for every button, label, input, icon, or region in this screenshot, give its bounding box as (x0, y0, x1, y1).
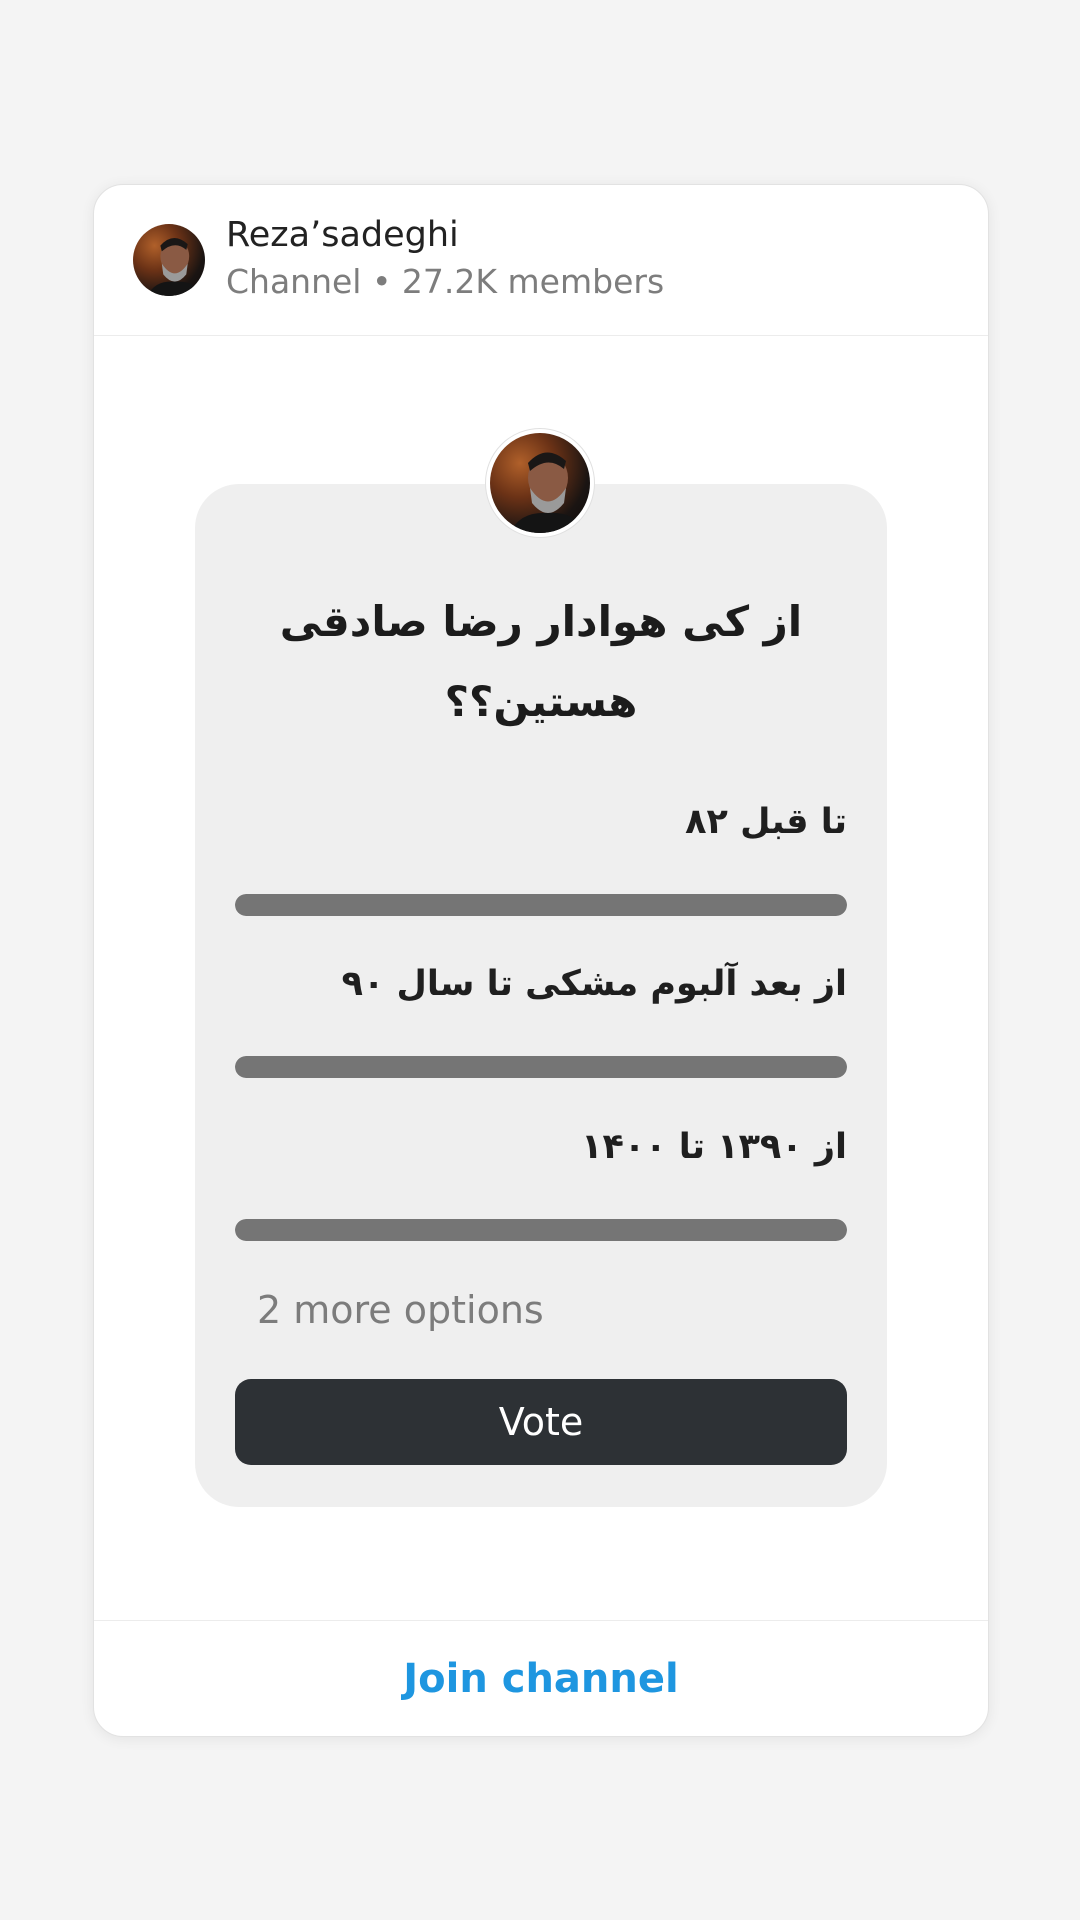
poll-option-label: از ۱۳۹۰ تا ۱۴۰۰ (581, 1127, 847, 1167)
poll-option-bar-fill (235, 1219, 847, 1241)
poll-option-label: از بعد آلبوم مشکی تا سال ۹۰ (341, 964, 847, 1004)
poll-option-bar-fill (235, 1056, 847, 1078)
poll-option-label: تا قبل ۸۲ (685, 802, 847, 842)
card-footer: Join channel (94, 1620, 988, 1736)
poll-card: از کی هوادار رضا صادقی هستین؟؟ تا قبل ۸۲… (195, 484, 887, 1507)
more-options-link[interactable]: 2 more options (257, 1288, 544, 1332)
join-channel-button[interactable]: Join channel (403, 1656, 678, 1702)
vote-button[interactable]: Vote (235, 1379, 847, 1465)
poll-option-bar[interactable] (235, 1056, 847, 1078)
channel-avatar (133, 224, 205, 296)
channel-header[interactable]: Reza’sadeghi Channel • 27.2K members (94, 185, 988, 336)
poll-question: از کی هوادار رضا صادقی هستین؟؟ (279, 597, 803, 726)
channel-name: Reza’sadeghi (226, 215, 459, 255)
poll-option-bar-fill (235, 894, 847, 916)
channel-preview-card: Reza’sadeghi Channel • 27.2K members از … (93, 184, 989, 1737)
poll-option-bar[interactable] (235, 894, 847, 916)
poll-avatar (490, 433, 590, 533)
poll-option-bar[interactable] (235, 1219, 847, 1241)
poll-avatar-ring (485, 428, 595, 538)
channel-member-count: Channel • 27.2K members (226, 262, 665, 301)
